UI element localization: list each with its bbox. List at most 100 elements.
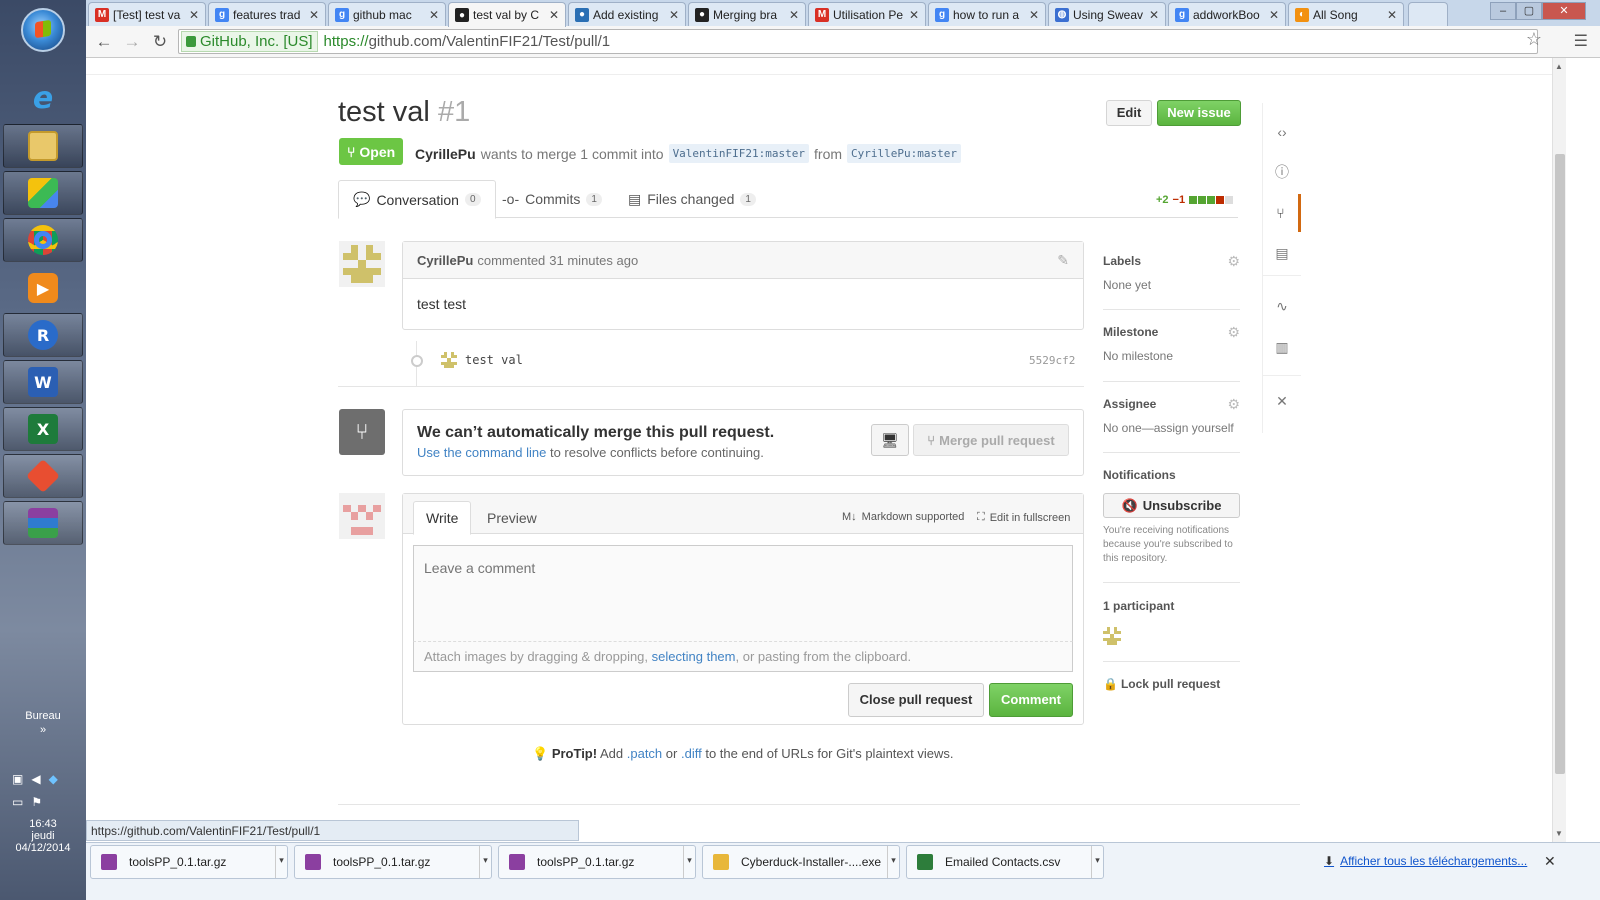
- download-item[interactable]: Emailed Contacts.csv ▾: [906, 845, 1104, 879]
- scrollbar-thumb[interactable]: [1555, 154, 1565, 774]
- taskbar-clock[interactable]: Bureau »: [0, 710, 86, 738]
- assign-yourself-link[interactable]: No one—assign yourself: [1103, 421, 1240, 435]
- close-tab-icon[interactable]: ✕: [1269, 8, 1279, 22]
- browser-tab[interactable]: g how to run a ✕: [928, 2, 1046, 26]
- minimize-button[interactable]: –: [1490, 2, 1516, 20]
- dropbox-icon[interactable]: ◆: [49, 772, 58, 786]
- participant-avatar[interactable]: [1103, 627, 1121, 645]
- pencil-icon[interactable]: ✎: [1057, 252, 1069, 269]
- git-taskbar-button[interactable]: [3, 454, 83, 498]
- diff-link[interactable]: .diff: [681, 746, 702, 761]
- chrome-taskbar-button[interactable]: [3, 218, 83, 262]
- settings-icon[interactable]: ✕: [1263, 382, 1301, 420]
- comment-textarea[interactable]: [413, 545, 1073, 642]
- commit-sha[interactable]: 5529cf2: [1029, 354, 1075, 367]
- ev-certificate-badge[interactable]: GitHub, Inc. [US]: [181, 31, 318, 52]
- browser-tab[interactable]: ◐ All Song ✕: [1288, 2, 1404, 26]
- browser-tab[interactable]: ● Add existing ✕: [568, 2, 686, 26]
- gear-icon[interactable]: ⚙: [1227, 396, 1240, 413]
- start-button[interactable]: [21, 8, 65, 52]
- scroll-down-icon[interactable]: ▼: [1555, 829, 1563, 838]
- pulse-icon[interactable]: ∿: [1263, 287, 1301, 325]
- open-in-desktop-button[interactable]: 🖥: [871, 424, 909, 456]
- browser-tab[interactable]: ● Merging bra ✕: [688, 2, 806, 26]
- gear-icon[interactable]: ⚙: [1227, 253, 1240, 270]
- new-tab-button[interactable]: [1408, 2, 1448, 26]
- close-tab-icon[interactable]: ✕: [309, 8, 319, 22]
- diffstat[interactable]: +2 −1: [1156, 194, 1234, 206]
- close-tab-icon[interactable]: ✕: [549, 8, 559, 22]
- gear-icon[interactable]: ⚙: [1227, 324, 1240, 341]
- tab-files-changed[interactable]: ▤ Files changed 1: [614, 180, 770, 218]
- close-tab-icon[interactable]: ✕: [1149, 8, 1159, 22]
- page-scrollbar[interactable]: ▲ ▼: [1552, 58, 1566, 842]
- network-icon[interactable]: ▭: [12, 795, 23, 809]
- download-item[interactable]: toolsPP_0.1.tar.gz ▾: [90, 845, 288, 879]
- close-window-button[interactable]: ✕: [1542, 2, 1586, 20]
- excel-taskbar-button[interactable]: X: [3, 407, 83, 451]
- close-downloads-bar-icon[interactable]: ✕: [1544, 853, 1556, 870]
- comment-time[interactable]: 31 minutes ago: [549, 253, 638, 268]
- lock-pull-request-link[interactable]: 🔒 Lock pull request: [1103, 677, 1240, 691]
- command-line-link[interactable]: Use the command line: [417, 445, 546, 460]
- select-files-link[interactable]: selecting them: [652, 649, 736, 664]
- desktop-toolbar-label[interactable]: Bureau: [0, 710, 86, 722]
- download-menu-icon[interactable]: ▾: [479, 846, 491, 878]
- explorer-taskbar-button[interactable]: [3, 124, 83, 168]
- download-item[interactable]: Cyberduck-Installer-....exe ▾: [702, 845, 900, 879]
- tab-preview[interactable]: Preview: [475, 501, 549, 535]
- reload-icon[interactable]: ↻: [150, 32, 170, 52]
- tab-conversation[interactable]: 💬 Conversation 0: [338, 180, 496, 219]
- close-pull-request-button[interactable]: Close pull request: [848, 683, 984, 717]
- google-drive-taskbar-button[interactable]: [3, 171, 83, 215]
- markdown-supported-link[interactable]: M↓ Markdown supported: [842, 511, 964, 523]
- browser-tab[interactable]: M Utilisation Pe ✕: [808, 2, 926, 26]
- chrome-menu-icon[interactable]: ☰: [1574, 31, 1588, 51]
- browser-tab[interactable]: ● test val by C ✕: [448, 2, 566, 27]
- show-all-downloads-link[interactable]: ⬇ Afficher tous les téléchargements...: [1324, 854, 1527, 868]
- issues-icon[interactable]: ⓘ: [1263, 153, 1301, 191]
- clock-readout[interactable]: 16:43 jeudi 04/12/2014: [0, 818, 86, 854]
- commit-message[interactable]: test val: [465, 353, 523, 367]
- edit-button[interactable]: Edit: [1106, 100, 1152, 126]
- tab-write[interactable]: Write: [413, 501, 472, 535]
- wiki-icon[interactable]: ▤: [1263, 234, 1301, 272]
- code-icon[interactable]: ‹›: [1263, 113, 1301, 151]
- browser-tab[interactable]: g addworkBoo ✕: [1168, 2, 1286, 26]
- media-player-taskbar-button[interactable]: ▶: [3, 266, 83, 310]
- comment-author[interactable]: CyrillePu: [417, 253, 473, 268]
- scroll-up-icon[interactable]: ▲: [1555, 62, 1563, 71]
- bookmark-star-icon[interactable]: ☆: [1526, 29, 1542, 50]
- download-item[interactable]: toolsPP_0.1.tar.gz ▾: [498, 845, 696, 879]
- edit-fullscreen-link[interactable]: ⛶ Edit in fullscreen: [977, 511, 1070, 524]
- volume-icon[interactable]: ◀: [31, 772, 40, 786]
- close-tab-icon[interactable]: ✕: [429, 8, 439, 22]
- graphs-icon[interactable]: ▥: [1263, 328, 1301, 366]
- back-icon[interactable]: ←: [94, 32, 114, 52]
- close-tab-icon[interactable]: ✕: [189, 8, 199, 22]
- browser-tab[interactable]: ◍ Using Sweav ✕: [1048, 2, 1166, 26]
- action-center-flag-icon[interactable]: ⚑: [31, 795, 42, 809]
- close-tab-icon[interactable]: ✕: [909, 8, 919, 22]
- patch-link[interactable]: .patch: [627, 746, 662, 761]
- download-menu-icon[interactable]: ▾: [887, 846, 899, 878]
- unsubscribe-button[interactable]: 🔇 Unsubscribe: [1103, 493, 1240, 518]
- download-menu-icon[interactable]: ▾: [1091, 846, 1103, 878]
- download-menu-icon[interactable]: ▾: [683, 846, 695, 878]
- download-item[interactable]: toolsPP_0.1.tar.gz ▾: [294, 845, 492, 879]
- current-user-avatar[interactable]: [339, 493, 385, 539]
- chevron-down-icon[interactable]: »: [0, 724, 86, 736]
- winrar-taskbar-button[interactable]: [3, 501, 83, 545]
- clipboard-icon[interactable]: ▣: [12, 772, 23, 786]
- r-taskbar-button[interactable]: R: [3, 313, 83, 357]
- close-tab-icon[interactable]: ✕: [669, 8, 679, 22]
- browser-tab[interactable]: g github mac ✕: [328, 2, 446, 26]
- address-bar[interactable]: GitHub, Inc. [US] https://github.com/Val…: [178, 29, 1538, 54]
- tab-commits[interactable]: -o- Commits 1: [488, 180, 616, 218]
- maximize-button[interactable]: ▢: [1516, 2, 1542, 20]
- word-taskbar-button[interactable]: W: [3, 360, 83, 404]
- comment-button[interactable]: Comment: [989, 683, 1073, 717]
- browser-tab[interactable]: M [Test] test va ✕: [88, 2, 206, 26]
- pull-requests-icon[interactable]: ⑂: [1263, 194, 1301, 232]
- commit-avatar[interactable]: [441, 352, 457, 368]
